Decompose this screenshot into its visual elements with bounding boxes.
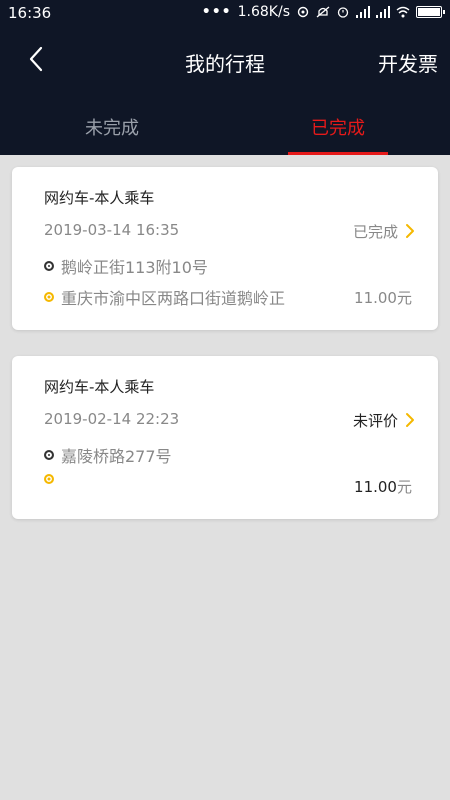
battery-icon (416, 6, 445, 18)
invoice-button[interactable]: 开发票 (378, 48, 438, 77)
status-icons: ••• 1.68K/s (201, 4, 445, 20)
price-unit: 元 (396, 478, 412, 496)
nav-bar: 我的行程 开发票 (0, 26, 450, 92)
trip-type: 网约车-本人乘车 (44, 189, 155, 207)
trip-card[interactable]: 网约车-本人乘车 2019-02-14 22:23 未评价 嘉陵桥路277号 1… (12, 356, 438, 519)
header: 16:36 ••• 1.68K/s 我的行程 开发票 未完成 已完成 (0, 0, 450, 155)
price-unit: 元 (396, 289, 412, 307)
signal-icon (356, 6, 370, 18)
network-speed: 1.68K/s (237, 4, 290, 20)
wifi-icon (396, 6, 410, 18)
signal-2-icon (376, 6, 390, 18)
tab-unfinished[interactable]: 未完成 (62, 114, 162, 140)
destination-dot-icon (44, 474, 54, 484)
chevron-right-icon (406, 224, 414, 238)
origin-text: 嘉陵桥路277号 (61, 447, 172, 466)
trip-origin: 鹅岭正街113附10号 (44, 254, 208, 278)
trip-origin: 嘉陵桥路277号 (44, 443, 172, 467)
origin-dot-icon (44, 450, 54, 460)
tab-bar: 未完成 已完成 (0, 100, 450, 155)
status-bar: 16:36 ••• 1.68K/s (0, 0, 450, 26)
trip-destination: 重庆市渝中区两路口街道鹅岭正 (44, 285, 285, 309)
hotspot-icon (297, 6, 309, 18)
destination-text: 重庆市渝中区两路口街道鹅岭正 (61, 289, 286, 308)
trip-time: 2019-02-14 22:23 (44, 410, 180, 428)
chevron-right-icon (406, 413, 414, 427)
status-time: 16:36 (8, 4, 52, 22)
trip-card[interactable]: 网约车-本人乘车 2019-03-14 16:35 已完成 鹅岭正街113附10… (12, 167, 438, 330)
price-amount: 11.00 (354, 478, 397, 496)
active-tab-indicator (288, 152, 388, 155)
origin-dot-icon (44, 261, 54, 271)
alarm-icon (337, 7, 349, 18)
mute-icon (316, 6, 330, 18)
trip-destination (44, 474, 61, 484)
tab-finished[interactable]: 已完成 (288, 114, 388, 140)
trip-type: 网约车-本人乘车 (44, 378, 155, 396)
trip-price: 11.00元 (354, 287, 412, 308)
destination-dot-icon (44, 292, 54, 302)
price-amount: 11.00 (354, 289, 397, 307)
trip-status: 已完成 (352, 223, 398, 241)
trip-time: 2019-03-14 16:35 (44, 221, 180, 239)
notification-dots: ••• (201, 4, 232, 20)
trip-status: 未评价 (352, 412, 398, 430)
origin-text: 鹅岭正街113附10号 (61, 258, 208, 277)
trip-price: 11.00元 (354, 476, 412, 497)
